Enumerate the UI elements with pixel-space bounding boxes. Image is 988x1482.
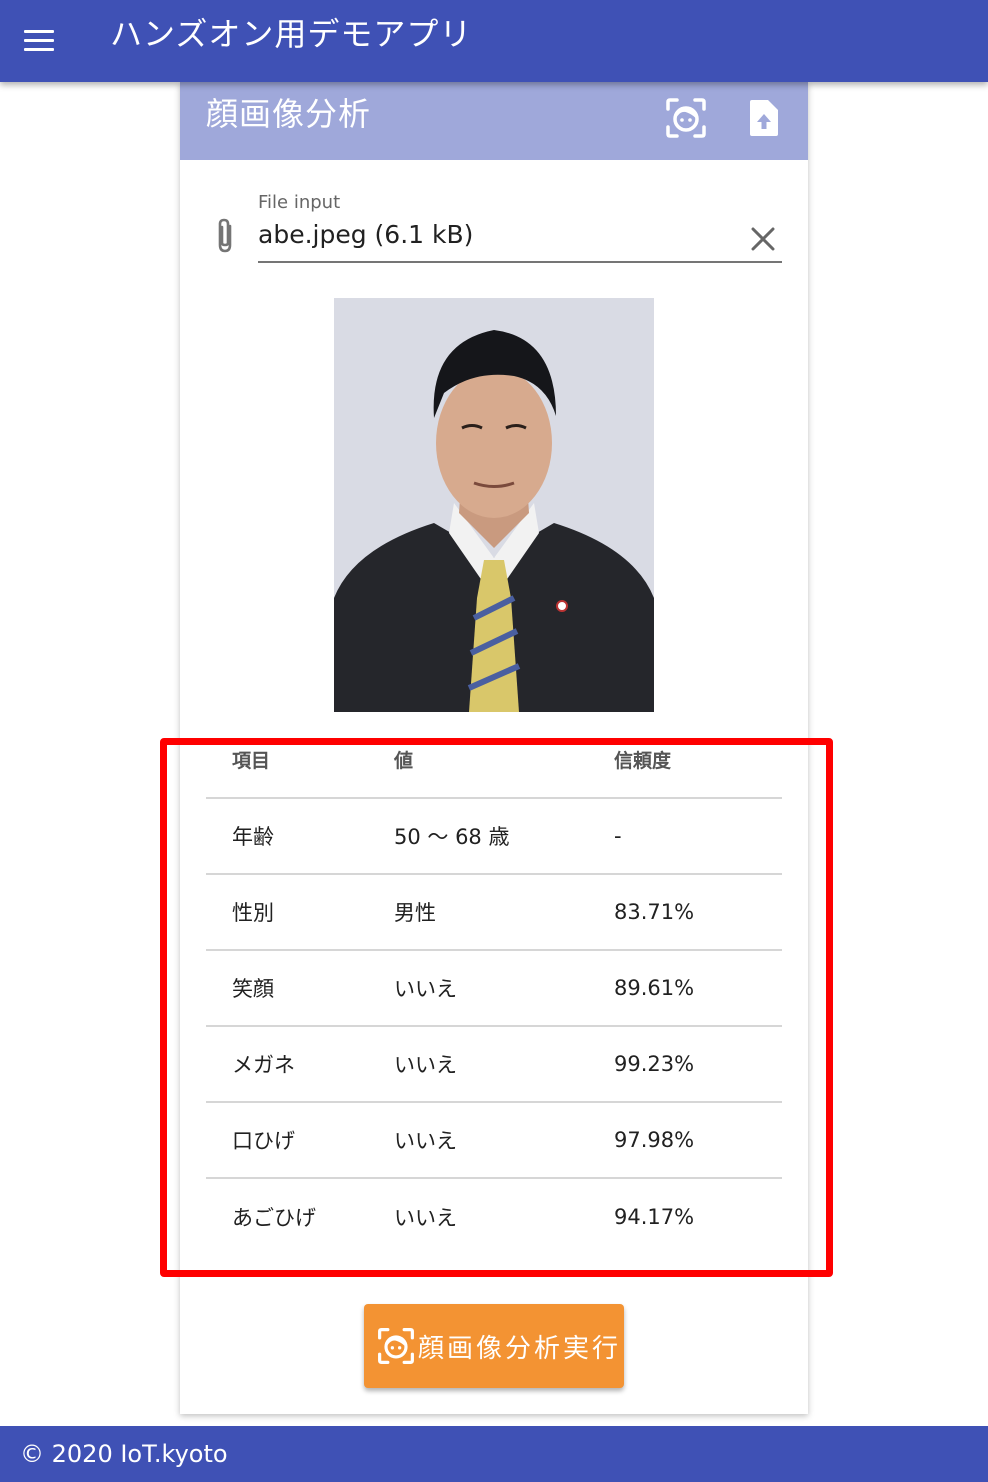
row-item: 口ひげ (206, 1102, 394, 1179)
card-title: 顔画像分析 (206, 95, 372, 133)
results-table: 項目 値 信頼度 年齢 50 〜 68 歳 - 性別 男性 83.71% 笑顔 (206, 734, 782, 1254)
row-confidence: 89.61% (614, 950, 782, 1027)
header-item[interactable]: 項目 (206, 734, 394, 799)
row-confidence: 97.98% (614, 1102, 782, 1179)
paperclip-icon[interactable] (210, 216, 240, 256)
file-input-label: File input (258, 192, 341, 213)
face-analysis-card: 顔画像分析 File input abe.jpeg (6.1 kB) 項目 値 … (180, 82, 808, 1414)
header-value[interactable]: 値 (394, 734, 614, 799)
footer: © 2020 IoT.kyoto (0, 1426, 988, 1482)
table-header-row: 項目 値 信頼度 (206, 734, 782, 799)
app-title: ハンズオン用デモアプリ (110, 15, 473, 53)
file-input-underline (258, 261, 782, 263)
menu-icon[interactable] (18, 22, 60, 58)
close-icon[interactable] (748, 224, 778, 254)
run-analysis-label: 顔画像分析実行 (418, 1333, 622, 1364)
row-value: 50 〜 68 歳 (394, 798, 614, 875)
row-item: 性別 (206, 874, 394, 951)
file-input-field[interactable]: abe.jpeg (6.1 kB) (258, 218, 473, 252)
table-row: あごひげ いいえ 94.17% (206, 1178, 782, 1254)
row-item: 年齢 (206, 798, 394, 875)
row-confidence: 94.17% (614, 1204, 695, 1229)
face-recognition-icon (378, 1328, 414, 1364)
file-upload-icon[interactable] (742, 96, 786, 140)
row-value: いいえ (394, 1102, 614, 1179)
uploaded-face-photo (334, 298, 654, 712)
row-value: いいえ (394, 1026, 614, 1103)
table-row: 性別 男性 83.71% (206, 874, 782, 951)
analysis-results: 項目 値 信頼度 年齢 50 〜 68 歳 - 性別 男性 83.71% 笑顔 (206, 734, 782, 1254)
row-value: 男性 (394, 874, 614, 951)
row-confidence: - (614, 798, 782, 875)
row-value: いいえ (394, 1205, 457, 1230)
row-value: いいえ (394, 950, 614, 1027)
table-row: 口ひげ いいえ 97.98% (206, 1102, 782, 1179)
face-recognition-icon[interactable] (664, 96, 708, 140)
footer-copyright: © 2020 IoT.kyoto (20, 1440, 228, 1468)
app-bar: ハンズオン用デモアプリ (0, 0, 988, 82)
table-row: 笑顔 いいえ 89.61% (206, 950, 782, 1027)
card-header: 顔画像分析 (180, 82, 808, 160)
table-row: 年齢 50 〜 68 歳 - (206, 798, 782, 875)
row-item: メガネ (206, 1026, 394, 1103)
row-confidence: 99.23% (614, 1026, 782, 1103)
run-analysis-button[interactable]: 顔画像分析実行 (364, 1304, 624, 1388)
row-confidence: 83.71% (614, 874, 782, 951)
table-row: メガネ いいえ 99.23% (206, 1026, 782, 1103)
row-item: 笑顔 (206, 950, 394, 1027)
row-item: あごひげ (232, 1205, 316, 1230)
header-confidence[interactable]: 信頼度 (614, 734, 782, 799)
